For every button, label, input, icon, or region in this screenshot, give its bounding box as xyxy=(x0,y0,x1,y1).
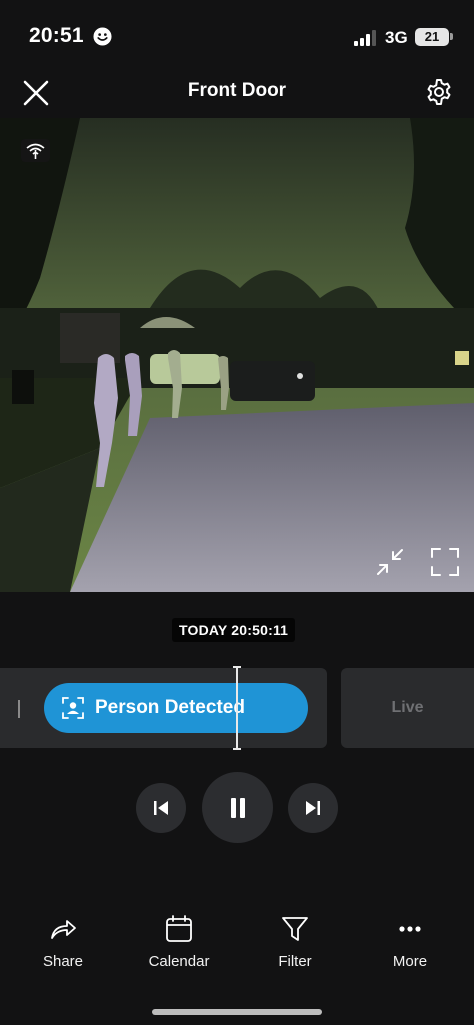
previous-button[interactable] xyxy=(136,783,186,833)
camera-feed-image xyxy=(0,118,474,592)
nav-calendar-label: Calendar xyxy=(148,953,210,970)
status-bar: 20:51 3G 21 xyxy=(0,0,474,72)
person-detected-event[interactable]: Person Detected xyxy=(44,683,308,733)
share-icon xyxy=(51,920,76,939)
next-button[interactable] xyxy=(288,783,338,833)
fullscreen-icon[interactable] xyxy=(429,546,461,578)
nav-share[interactable]: Share xyxy=(18,910,108,970)
filter-icon xyxy=(282,917,308,941)
nav-filter-label: Filter xyxy=(278,953,312,970)
wifi-signal-icon xyxy=(21,139,50,162)
battery-indicator: 21 xyxy=(415,28,449,46)
smiley-icon xyxy=(93,27,112,46)
cellular-signal-icon xyxy=(354,30,376,46)
live-label: Live xyxy=(391,699,424,716)
header: Front Door xyxy=(0,72,474,118)
timeline-tick xyxy=(18,700,20,718)
nav-more[interactable]: More xyxy=(365,910,455,970)
page-title: Front Door xyxy=(187,80,287,101)
playhead-cap-top xyxy=(233,666,241,668)
event-label: Person Detected xyxy=(95,697,245,718)
nav-calendar[interactable]: Calendar xyxy=(134,910,224,970)
timestamp-label: TODAY 20:50:11 xyxy=(172,618,296,642)
timeline-playhead[interactable] xyxy=(236,666,238,750)
minimize-icon[interactable] xyxy=(374,546,406,578)
status-time: 20:51 xyxy=(29,24,84,47)
nav-more-label: More xyxy=(392,953,428,970)
more-icon xyxy=(399,926,421,932)
home-indicator[interactable] xyxy=(152,1009,322,1015)
live-button[interactable]: Live xyxy=(341,668,474,748)
pause-button[interactable] xyxy=(202,772,273,843)
person-icon xyxy=(62,697,84,719)
skip-previous-icon xyxy=(154,801,168,815)
calendar-icon xyxy=(166,915,192,942)
nav-share-label: Share xyxy=(42,953,84,970)
playhead-cap-bottom xyxy=(233,748,241,750)
skip-next-icon xyxy=(306,801,320,815)
gear-icon[interactable] xyxy=(424,77,454,107)
battery-level: 21 xyxy=(424,29,440,44)
network-type: 3G xyxy=(385,28,408,47)
pause-icon xyxy=(230,797,245,818)
battery-tip xyxy=(450,33,453,40)
bottom-nav: Share Calendar Filter More xyxy=(0,910,474,980)
video-player[interactable] xyxy=(0,118,474,592)
nav-filter[interactable]: Filter xyxy=(250,910,340,970)
